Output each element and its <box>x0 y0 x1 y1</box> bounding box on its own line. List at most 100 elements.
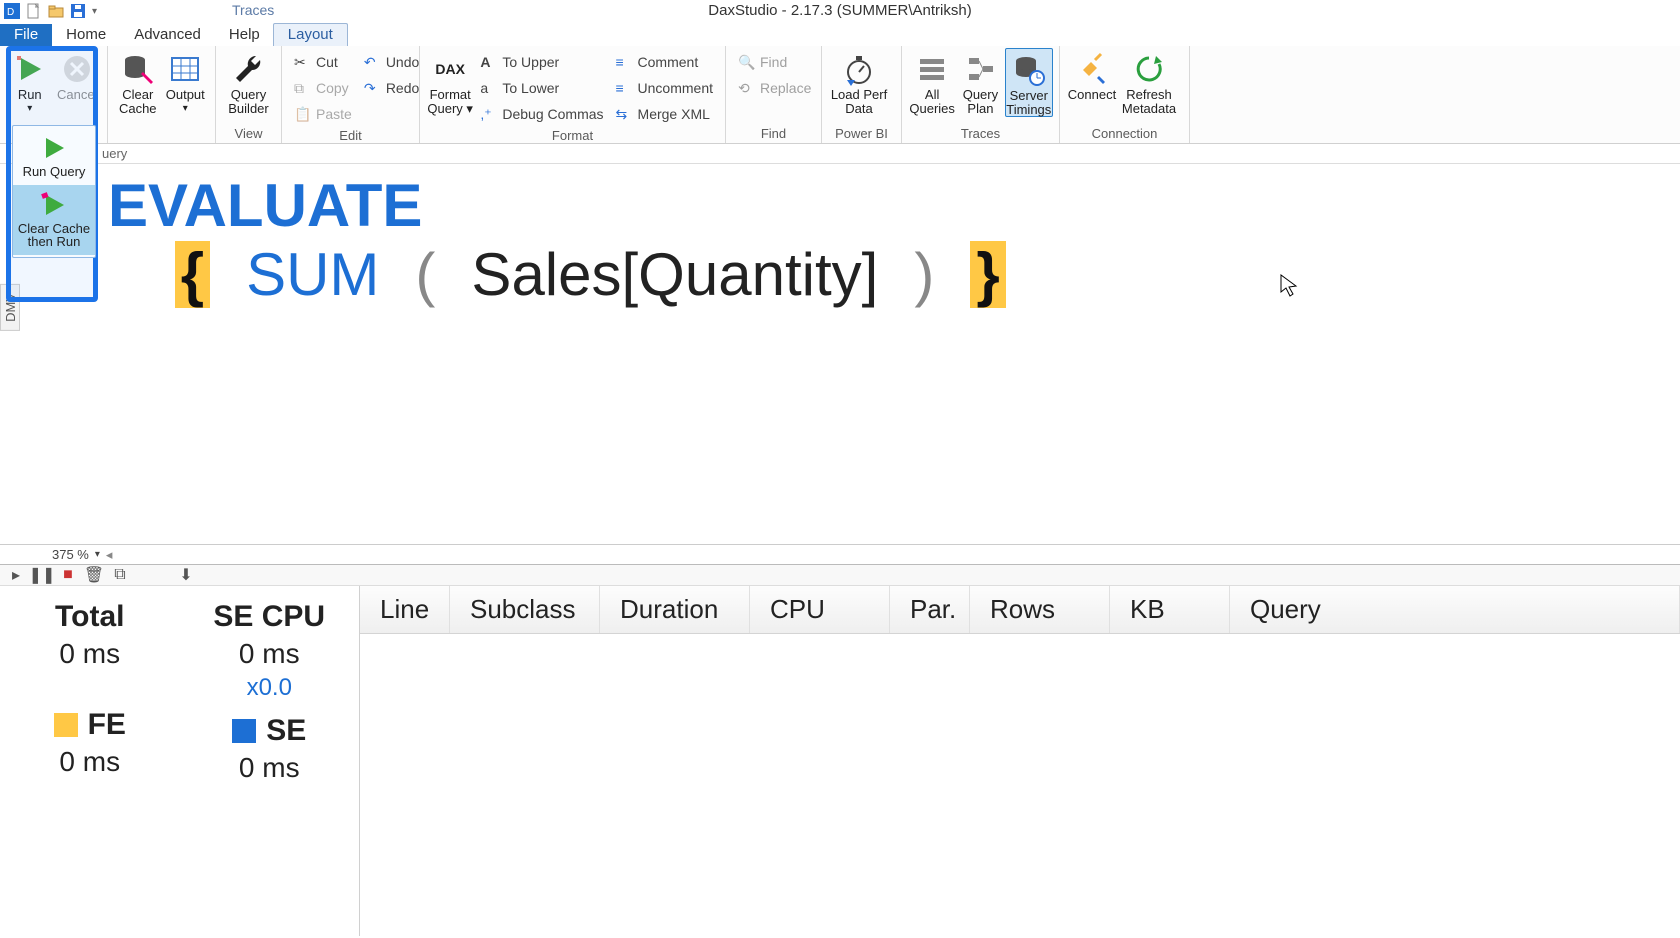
token-expr: Sales[Quantity] <box>471 241 878 308</box>
clear-cache-then-run-item[interactable]: Clear Cache then Run <box>13 185 95 255</box>
query-builder-button[interactable]: Query Builder <box>222 48 275 115</box>
uncomment-icon: ≡ <box>616 80 632 96</box>
col-line[interactable]: Line <box>360 586 450 633</box>
open-icon[interactable] <box>48 3 64 19</box>
tab-file[interactable]: File <box>0 24 52 46</box>
group-connection: Connection <box>1060 126 1189 143</box>
run-drop-caret[interactable]: ▾ <box>27 104 32 115</box>
group-find: Find <box>726 126 821 143</box>
undo-icon: ↶ <box>364 54 380 70</box>
server-timings-button[interactable]: Server Timings <box>1005 48 1053 117</box>
code-editor[interactable]: EVALUATE { SUM ( Sales[Quantity] ) } <box>0 164 1680 312</box>
group-edit: Edit <box>282 128 419 145</box>
format-query-label: Format Query ▾ <box>427 88 473 115</box>
cancel-button[interactable]: Cancel <box>54 48 102 102</box>
play-icon <box>13 52 47 86</box>
export-icon[interactable]: ⬇ <box>178 567 194 583</box>
replace-button[interactable]: ⟲Replace <box>732 76 817 100</box>
save-icon[interactable] <box>70 3 86 19</box>
token-evaluate: EVALUATE <box>108 172 422 239</box>
zoom-level[interactable]: 375 % <box>52 547 89 562</box>
editor-area[interactable]: DMV EVALUATE { SUM ( Sales[Quantity] ) } <box>0 164 1680 544</box>
cut-button[interactable]: ✂Cut <box>288 50 358 74</box>
col-duration[interactable]: Duration <box>600 586 750 633</box>
query-plan-label: Query Plan <box>963 88 998 115</box>
to-upper-button[interactable]: ATo Upper <box>474 50 609 74</box>
pause-icon[interactable]: ❚❚ <box>34 567 50 583</box>
list-icon <box>915 52 949 86</box>
clear-cache-label: Clear Cache <box>119 88 157 115</box>
cancel-icon <box>60 52 94 86</box>
token-sum: SUM <box>246 241 379 308</box>
merge-xml-button[interactable]: ⇆Merge XML <box>610 102 719 126</box>
side-tab-dmv[interactable]: DMV <box>0 284 20 331</box>
find-button[interactable]: 🔍Find <box>732 50 817 74</box>
tab-layout[interactable]: Layout <box>273 23 348 46</box>
scroll-left-icon[interactable]: ◂ <box>106 547 113 563</box>
col-query[interactable]: Query <box>1230 586 1680 633</box>
run-button[interactable]: Run ▾ <box>6 48 54 114</box>
play-eraser-icon <box>40 191 68 219</box>
copy-button[interactable]: ⧉Copy <box>288 76 358 100</box>
col-par[interactable]: Par. <box>890 586 970 633</box>
run-query-item[interactable]: Run Query <box>13 128 95 185</box>
load-perf-data-button[interactable]: Load Perf Data <box>828 48 890 115</box>
mouse-cursor-icon <box>1280 274 1298 298</box>
ribbon: Run ▾ Cancel Clear Cache <box>0 46 1680 144</box>
output-button[interactable]: Output ▾ <box>162 48 210 114</box>
group-view: View <box>216 126 281 143</box>
tab-advanced[interactable]: Advanced <box>120 24 215 46</box>
redo-button[interactable]: ↷Redo <box>358 76 425 100</box>
play-icon[interactable]: ▸ <box>8 567 24 583</box>
run-label: Run <box>18 88 42 102</box>
cancel-label: Cancel <box>57 88 97 102</box>
refresh-icon <box>1132 52 1166 86</box>
comment-button[interactable]: ≡Comment <box>610 50 719 74</box>
format-query-button[interactable]: DAX Format Query ▾ <box>426 48 474 115</box>
grid-header: Line Subclass Duration CPU Par. Rows KB … <box>360 586 1680 634</box>
timing-grid[interactable]: Line Subclass Duration CPU Par. Rows KB … <box>360 586 1680 936</box>
col-kb[interactable]: KB <box>1110 586 1230 633</box>
total-value: 0 ms <box>59 638 120 670</box>
dax-format-icon: DAX <box>433 52 467 86</box>
letter-upper-icon: A <box>480 54 496 70</box>
contextual-tab-header: Traces <box>232 2 274 18</box>
token-lparen: ( <box>415 241 435 308</box>
col-rows[interactable]: Rows <box>970 586 1110 633</box>
doc-tab-fragment[interactable]: uery <box>102 146 127 161</box>
new-doc-icon[interactable] <box>26 3 42 19</box>
grid-icon <box>168 52 202 86</box>
output-caret[interactable]: ▾ <box>183 104 188 115</box>
fe-value: 0 ms <box>59 746 120 778</box>
results-panel: Total 0 ms FE 0 ms SE CPU 0 ms x0.0 SE 0… <box>0 586 1680 936</box>
tab-help[interactable]: Help <box>215 24 274 46</box>
trace-toolbar: ▸ ❚❚ ■ 🗑 ⧉ ⬇ <box>0 564 1680 586</box>
clear-cache-button[interactable]: Clear Cache <box>114 48 162 115</box>
tab-home[interactable]: Home <box>52 24 120 46</box>
paste-button[interactable]: 📋Paste <box>288 102 358 126</box>
uncomment-button[interactable]: ≡Uncomment <box>610 76 719 100</box>
play-icon <box>40 134 68 162</box>
refresh-metadata-button[interactable]: Refresh Metadata <box>1118 48 1180 115</box>
fe-label: FE <box>54 708 126 742</box>
to-lower-button[interactable]: aTo Lower <box>474 76 609 100</box>
undo-button[interactable]: ↶Undo <box>358 50 425 74</box>
qat-dropdown-icon[interactable]: ▾ <box>92 6 97 17</box>
timing-summary: Total 0 ms FE 0 ms SE CPU 0 ms x0.0 SE 0… <box>0 586 360 936</box>
stop-icon[interactable]: ■ <box>60 567 76 583</box>
zoom-caret[interactable]: ▾ <box>95 549 100 560</box>
trash-icon[interactable]: 🗑 <box>86 567 102 583</box>
db-clock-icon <box>1012 53 1046 87</box>
replace-icon: ⟲ <box>738 80 754 96</box>
token-lbrace: { <box>175 241 210 308</box>
query-plan-button[interactable]: Query Plan <box>956 48 1004 115</box>
refresh-label: Refresh Metadata <box>1122 88 1176 115</box>
col-cpu[interactable]: CPU <box>750 586 890 633</box>
all-queries-button[interactable]: All Queries <box>908 48 956 115</box>
debug-commas-button[interactable]: ,⁺Debug Commas <box>474 102 609 126</box>
col-subclass[interactable]: Subclass <box>450 586 600 633</box>
copy-icon[interactable]: ⧉ <box>112 567 128 583</box>
connect-button[interactable]: Connect <box>1066 48 1118 102</box>
secpu-value: 0 ms <box>239 638 300 670</box>
svg-text:D: D <box>7 7 14 18</box>
